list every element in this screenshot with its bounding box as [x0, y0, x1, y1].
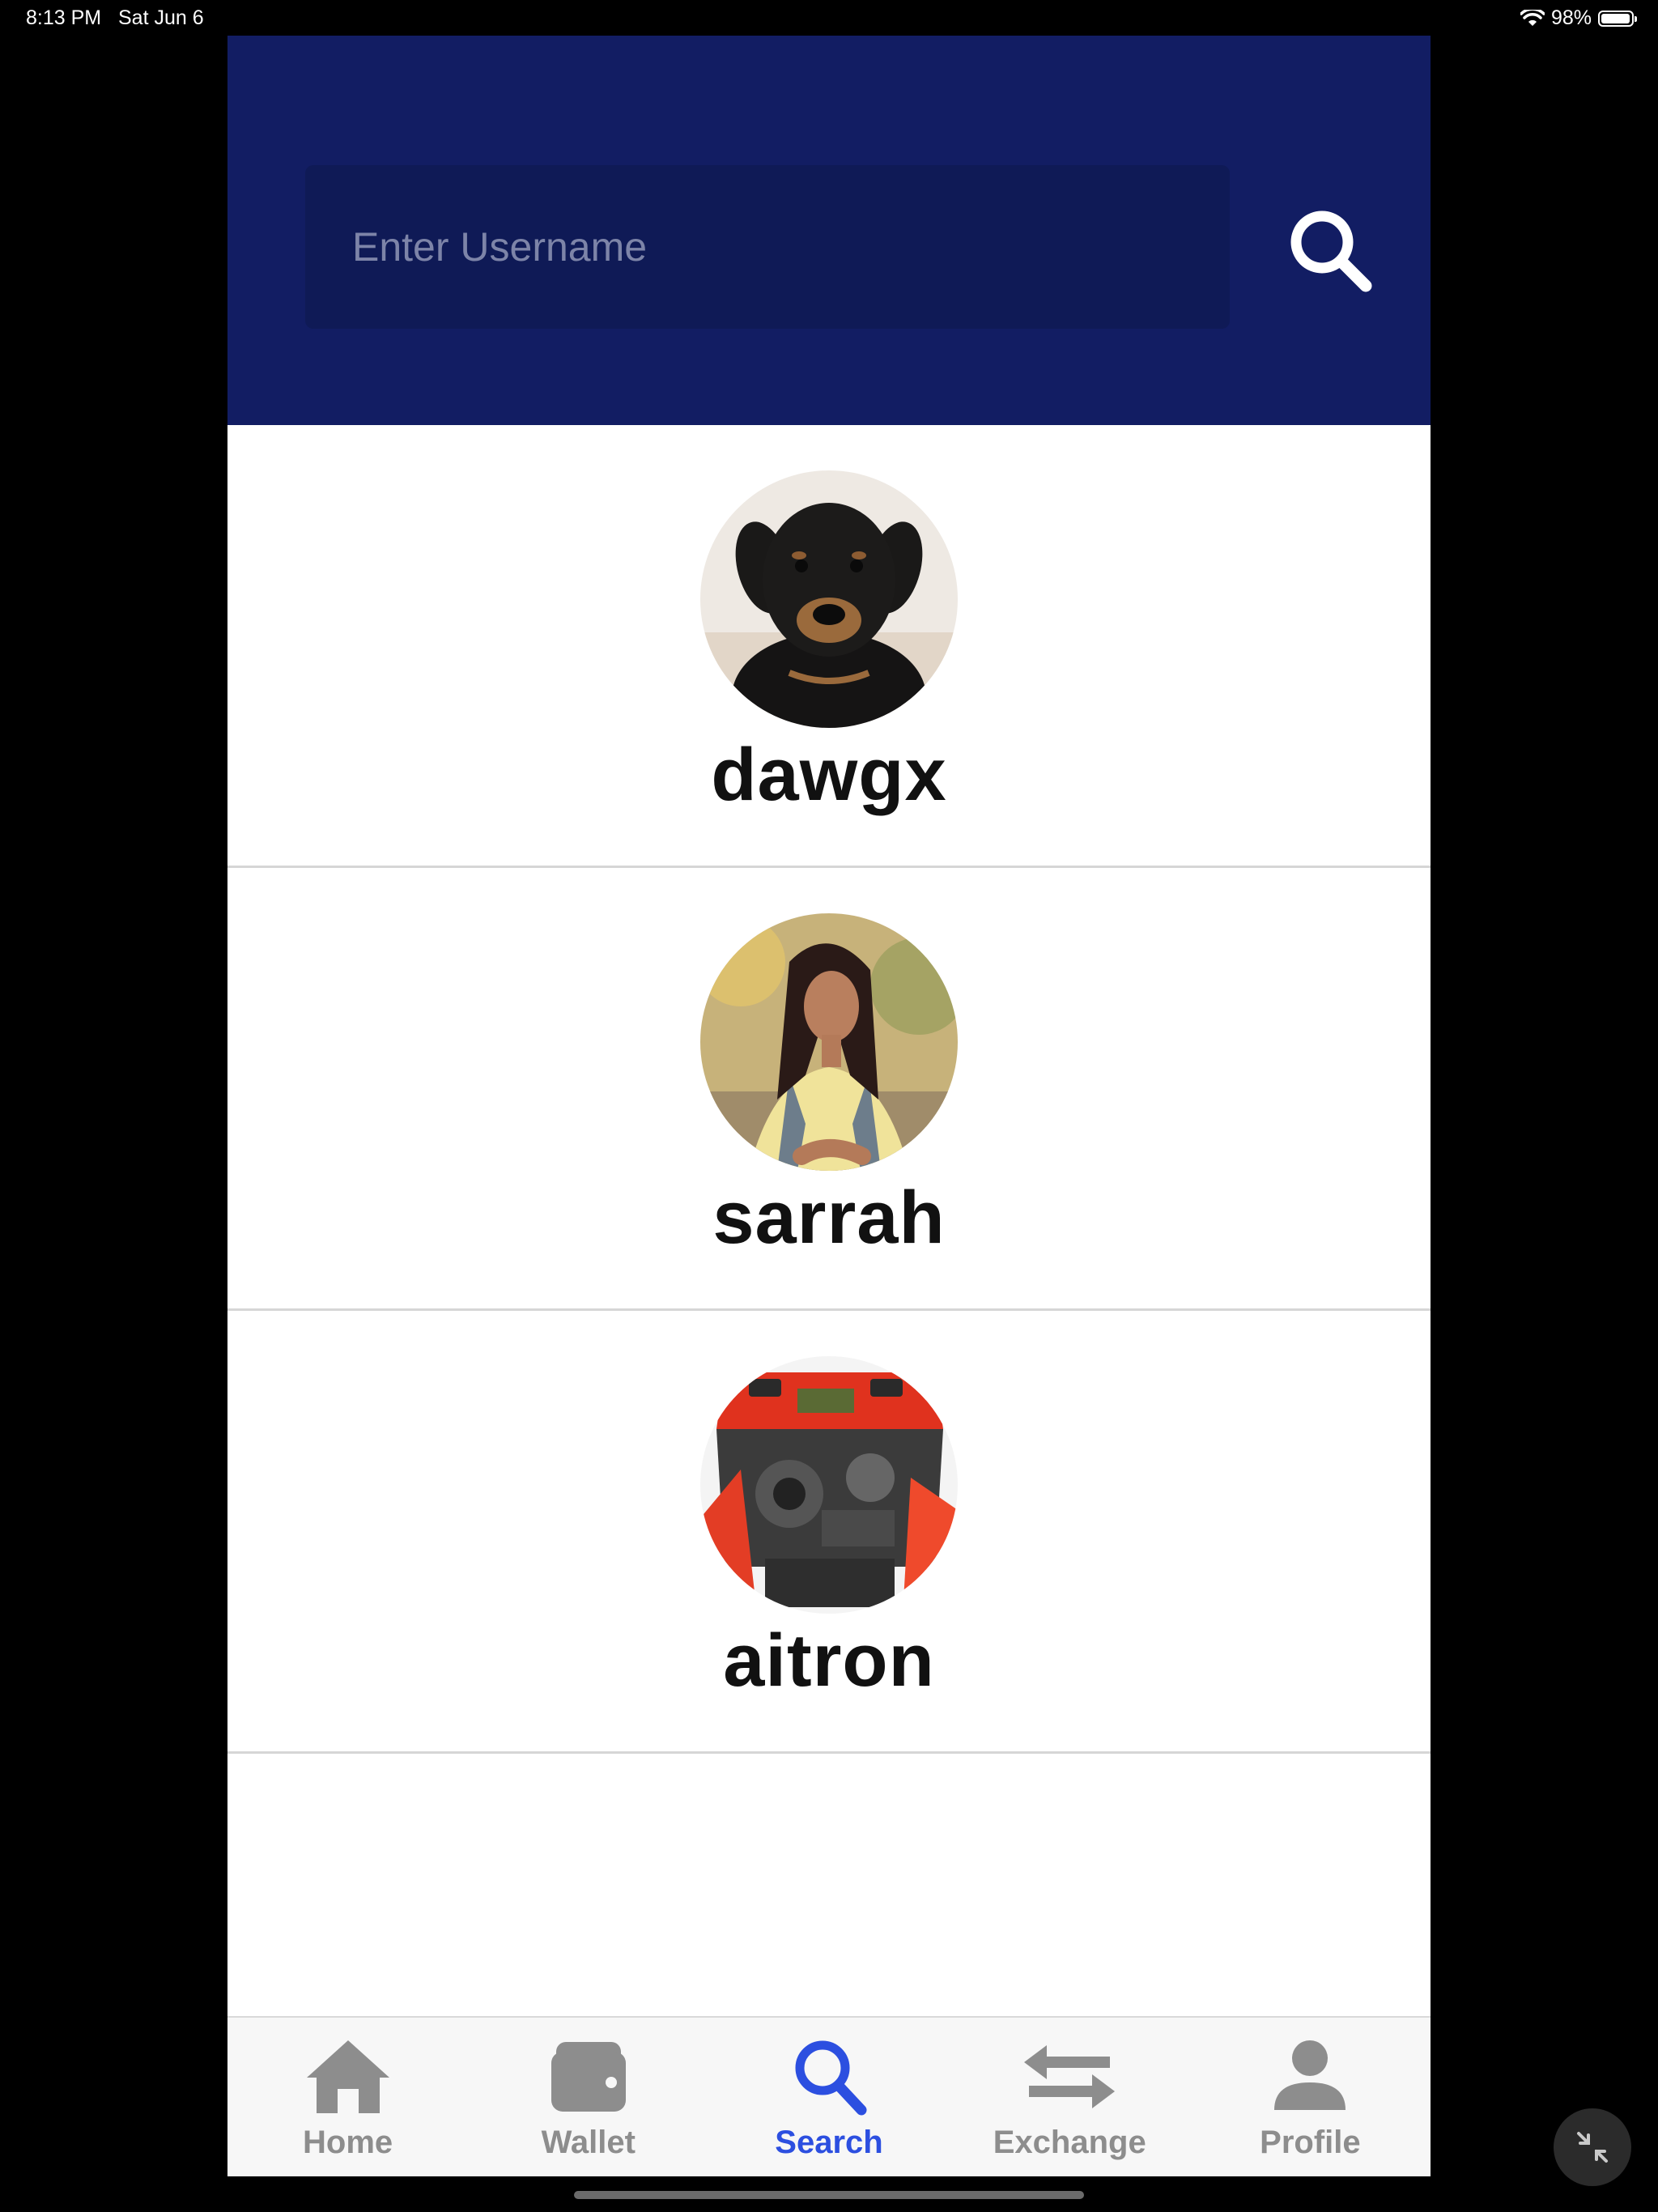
status-indicators: 98% [1520, 6, 1637, 30]
collapse-window-button[interactable] [1554, 2108, 1631, 2186]
username-label: aitron [723, 1619, 935, 1702]
battery-percent: 98% [1550, 6, 1592, 29]
tab-label: Home [303, 2125, 393, 2160]
avatar [700, 470, 958, 728]
tab-wallet[interactable]: Wallet [468, 2018, 708, 2176]
battery-level [1601, 13, 1630, 23]
puppy-photo [700, 470, 958, 728]
wifi-icon [1520, 9, 1545, 26]
home-indicator [574, 2191, 1084, 2199]
collapse-arrows-icon [1577, 2132, 1608, 2163]
tab-exchange[interactable]: Exchange [950, 2018, 1190, 2176]
tab-home[interactable]: Home [227, 2018, 468, 2176]
search-icon [1290, 211, 1372, 292]
avatar [700, 1356, 958, 1614]
username-label: sarrah [712, 1176, 946, 1259]
status-date: Sat Jun 6 [118, 6, 204, 29]
search-button[interactable] [1278, 198, 1383, 303]
search-results-list: dawgx sarrah aitron [227, 425, 1431, 1754]
search-icon [780, 2035, 878, 2116]
exchange-icon [1021, 2035, 1118, 2116]
username-label: dawgx [711, 734, 947, 816]
status-bar: 8:13 PM Sat Jun 6 98% [0, 0, 1658, 37]
tab-search[interactable]: Search [708, 2018, 949, 2176]
wallet-icon [540, 2035, 637, 2116]
user-result-row[interactable]: dawgx [227, 425, 1431, 868]
home-icon [300, 2035, 397, 2116]
battery-icon [1598, 10, 1637, 27]
username-search-input[interactable] [305, 165, 1230, 329]
tab-label: Exchange [993, 2125, 1146, 2160]
profile-icon [1261, 2035, 1358, 2116]
woman-portrait-photo [700, 913, 958, 1171]
avatar [700, 913, 958, 1171]
status-time: 8:13 PM [26, 6, 102, 29]
tab-label: Wallet [541, 2125, 636, 2160]
tab-label: Profile [1260, 2125, 1361, 2160]
search-header [227, 36, 1431, 425]
user-result-row[interactable]: sarrah [227, 868, 1431, 1311]
car-engine-photo [700, 1356, 958, 1614]
app-window: dawgx sarrah [227, 36, 1431, 2176]
user-result-row[interactable]: aitron [227, 1311, 1431, 1754]
tab-profile[interactable]: Profile [1190, 2018, 1431, 2176]
tab-label: Search [775, 2125, 883, 2160]
bottom-tab-bar: Home Wallet Search Exchange Profile [227, 2016, 1431, 2176]
